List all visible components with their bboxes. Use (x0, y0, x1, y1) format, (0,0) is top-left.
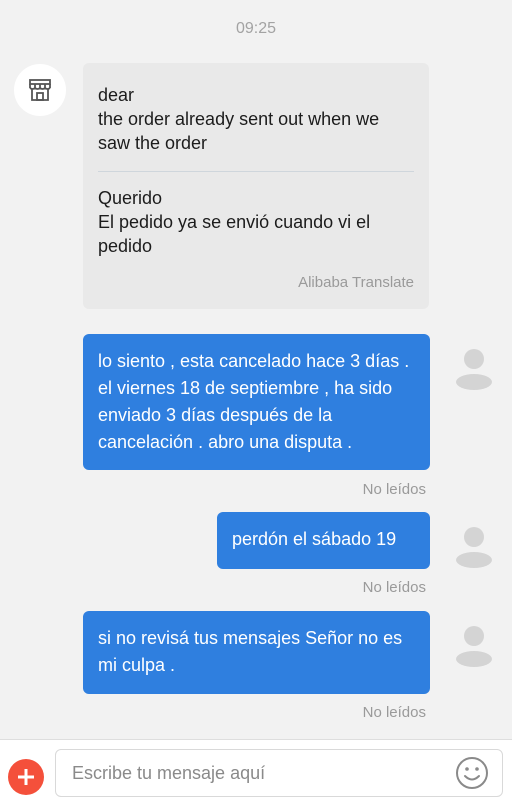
outgoing-message-text: si no revisá tus mensajes Señor no es mi… (98, 628, 403, 675)
add-attachment-button[interactable] (8, 759, 44, 795)
outgoing-message-bubble[interactable]: si no revisá tus mensajes Señor no es mi… (83, 611, 430, 694)
read-status: No leídos (362, 579, 426, 596)
read-status: No leídos (362, 704, 426, 721)
outgoing-message-text: perdón el sábado 19 (232, 529, 397, 549)
translation-line: El pedido ya se envió cuando vi el pedid… (98, 212, 371, 256)
original-line: dear (98, 85, 135, 105)
read-status: No leídos (362, 481, 426, 498)
user-silhouette-icon (456, 527, 492, 568)
user-silhouette-icon (456, 349, 492, 390)
translated-message-text: Querido El pedido ya se envió cuando vi … (98, 186, 414, 258)
outgoing-message-bubble[interactable]: lo siento , esta cancelado hace 3 días .… (83, 334, 430, 470)
incoming-message-bubble[interactable]: dear the order already sent out when we … (83, 63, 429, 309)
user-avatar[interactable] (448, 619, 500, 671)
emoji-button[interactable] (454, 755, 490, 791)
message-input[interactable] (70, 761, 454, 785)
translation-divider (98, 171, 414, 172)
plus-icon (18, 769, 34, 785)
translation-line: Querido (98, 188, 163, 208)
message-input-container (55, 749, 503, 797)
user-silhouette-icon (456, 626, 492, 667)
user-avatar[interactable] (448, 342, 500, 394)
store-icon (29, 79, 51, 101)
original-message-text: dear the order already sent out when we … (98, 83, 414, 155)
seller-avatar[interactable] (14, 64, 66, 116)
smiley-icon (456, 757, 488, 789)
original-line: the order already sent out when we saw t… (98, 109, 380, 153)
user-avatar[interactable] (448, 520, 500, 572)
outgoing-message-text: lo siento , esta cancelado hace 3 días .… (98, 351, 410, 452)
translate-attribution: Alibaba Translate (298, 274, 414, 291)
message-composer (0, 739, 512, 805)
message-timestamp: 09:25 (235, 20, 277, 37)
outgoing-message-bubble[interactable]: perdón el sábado 19 (217, 512, 430, 569)
